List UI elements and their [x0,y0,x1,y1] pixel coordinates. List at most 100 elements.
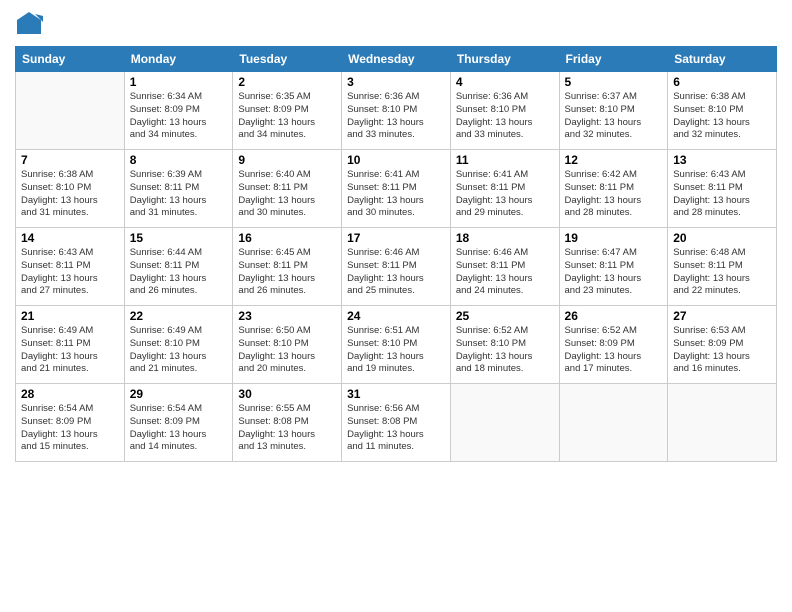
day-number: 12 [565,153,663,167]
day-number: 6 [673,75,771,89]
day-info: Sunrise: 6:46 AMSunset: 8:11 PMDaylight:… [456,247,554,298]
calendar-header-row: SundayMondayTuesdayWednesdayThursdayFrid… [16,47,777,72]
day-info: Sunrise: 6:55 AMSunset: 8:08 PMDaylight:… [238,403,336,454]
day-number: 20 [673,231,771,245]
day-number: 15 [130,231,228,245]
calendar-cell: 8 Sunrise: 6:39 AMSunset: 8:11 PMDaylight… [124,150,233,228]
calendar-cell [450,384,559,462]
calendar-cell: 25 Sunrise: 6:52 AMSunset: 8:10 PMDayligh… [450,306,559,384]
day-info: Sunrise: 6:44 AMSunset: 8:11 PMDaylight:… [130,247,228,298]
day-number: 27 [673,309,771,323]
calendar-cell: 27 Sunrise: 6:53 AMSunset: 8:09 PMDayligh… [668,306,777,384]
calendar-cell: 20 Sunrise: 6:48 AMSunset: 8:11 PMDayligh… [668,228,777,306]
calendar-cell: 15 Sunrise: 6:44 AMSunset: 8:11 PMDayligh… [124,228,233,306]
day-info: Sunrise: 6:48 AMSunset: 8:11 PMDaylight:… [673,247,771,298]
calendar-header-friday: Friday [559,47,668,72]
calendar-cell: 28 Sunrise: 6:54 AMSunset: 8:09 PMDayligh… [16,384,125,462]
calendar-header-thursday: Thursday [450,47,559,72]
calendar-header-tuesday: Tuesday [233,47,342,72]
day-number: 30 [238,387,336,401]
calendar-cell: 30 Sunrise: 6:55 AMSunset: 8:08 PMDayligh… [233,384,342,462]
calendar-cell: 1 Sunrise: 6:34 AMSunset: 8:09 PMDaylight… [124,72,233,150]
day-info: Sunrise: 6:34 AMSunset: 8:09 PMDaylight:… [130,91,228,142]
day-number: 7 [21,153,119,167]
day-number: 3 [347,75,445,89]
day-info: Sunrise: 6:41 AMSunset: 8:11 PMDaylight:… [456,169,554,220]
calendar-cell: 2 Sunrise: 6:35 AMSunset: 8:09 PMDaylight… [233,72,342,150]
day-number: 11 [456,153,554,167]
day-info: Sunrise: 6:43 AMSunset: 8:11 PMDaylight:… [673,169,771,220]
day-info: Sunrise: 6:50 AMSunset: 8:10 PMDaylight:… [238,325,336,376]
calendar-header-sunday: Sunday [16,47,125,72]
day-info: Sunrise: 6:43 AMSunset: 8:11 PMDaylight:… [21,247,119,298]
calendar-header-monday: Monday [124,47,233,72]
logo-icon [15,10,43,38]
calendar-cell [559,384,668,462]
calendar-header-saturday: Saturday [668,47,777,72]
calendar-cell: 18 Sunrise: 6:46 AMSunset: 8:11 PMDayligh… [450,228,559,306]
day-info: Sunrise: 6:49 AMSunset: 8:11 PMDaylight:… [21,325,119,376]
day-info: Sunrise: 6:46 AMSunset: 8:11 PMDaylight:… [347,247,445,298]
header [15,10,777,38]
day-info: Sunrise: 6:53 AMSunset: 8:09 PMDaylight:… [673,325,771,376]
calendar-cell: 11 Sunrise: 6:41 AMSunset: 8:11 PMDayligh… [450,150,559,228]
day-info: Sunrise: 6:52 AMSunset: 8:09 PMDaylight:… [565,325,663,376]
day-info: Sunrise: 6:54 AMSunset: 8:09 PMDaylight:… [21,403,119,454]
day-info: Sunrise: 6:39 AMSunset: 8:11 PMDaylight:… [130,169,228,220]
day-number: 24 [347,309,445,323]
day-number: 26 [565,309,663,323]
calendar-cell: 21 Sunrise: 6:49 AMSunset: 8:11 PMDayligh… [16,306,125,384]
day-number: 16 [238,231,336,245]
day-info: Sunrise: 6:42 AMSunset: 8:11 PMDaylight:… [565,169,663,220]
day-number: 29 [130,387,228,401]
day-info: Sunrise: 6:38 AMSunset: 8:10 PMDaylight:… [21,169,119,220]
day-number: 17 [347,231,445,245]
calendar-cell: 14 Sunrise: 6:43 AMSunset: 8:11 PMDayligh… [16,228,125,306]
calendar-cell: 12 Sunrise: 6:42 AMSunset: 8:11 PMDayligh… [559,150,668,228]
day-info: Sunrise: 6:47 AMSunset: 8:11 PMDaylight:… [565,247,663,298]
day-number: 4 [456,75,554,89]
calendar-cell: 16 Sunrise: 6:45 AMSunset: 8:11 PMDayligh… [233,228,342,306]
calendar-week-1: 1 Sunrise: 6:34 AMSunset: 8:09 PMDaylight… [16,72,777,150]
calendar-cell: 13 Sunrise: 6:43 AMSunset: 8:11 PMDayligh… [668,150,777,228]
page: SundayMondayTuesdayWednesdayThursdayFrid… [0,0,792,612]
calendar-cell: 7 Sunrise: 6:38 AMSunset: 8:10 PMDaylight… [16,150,125,228]
day-number: 8 [130,153,228,167]
day-number: 31 [347,387,445,401]
day-info: Sunrise: 6:45 AMSunset: 8:11 PMDaylight:… [238,247,336,298]
day-number: 5 [565,75,663,89]
day-info: Sunrise: 6:35 AMSunset: 8:09 PMDaylight:… [238,91,336,142]
day-number: 23 [238,309,336,323]
day-number: 14 [21,231,119,245]
day-info: Sunrise: 6:54 AMSunset: 8:09 PMDaylight:… [130,403,228,454]
day-number: 28 [21,387,119,401]
calendar-cell: 29 Sunrise: 6:54 AMSunset: 8:09 PMDayligh… [124,384,233,462]
day-number: 22 [130,309,228,323]
calendar-week-5: 28 Sunrise: 6:54 AMSunset: 8:09 PMDayligh… [16,384,777,462]
day-number: 2 [238,75,336,89]
calendar-week-2: 7 Sunrise: 6:38 AMSunset: 8:10 PMDaylight… [16,150,777,228]
day-info: Sunrise: 6:41 AMSunset: 8:11 PMDaylight:… [347,169,445,220]
calendar-cell: 26 Sunrise: 6:52 AMSunset: 8:09 PMDayligh… [559,306,668,384]
day-number: 25 [456,309,554,323]
calendar-cell [668,384,777,462]
calendar-cell: 24Sunrise: 6:51 AMSunset: 8:10 PMDayligh… [342,306,451,384]
day-number: 13 [673,153,771,167]
logo [15,10,47,38]
day-number: 1 [130,75,228,89]
day-number: 9 [238,153,336,167]
day-number: 19 [565,231,663,245]
calendar-cell [16,72,125,150]
day-info: Sunrise: 6:37 AMSunset: 8:10 PMDaylight:… [565,91,663,142]
day-number: 18 [456,231,554,245]
calendar-cell: 17 Sunrise: 6:46 AMSunset: 8:11 PMDayligh… [342,228,451,306]
calendar-header-wednesday: Wednesday [342,47,451,72]
day-number: 21 [21,309,119,323]
day-info: Sunrise: 6:36 AMSunset: 8:10 PMDaylight:… [456,91,554,142]
calendar-cell: 6Sunrise: 6:38 AMSunset: 8:10 PMDaylight… [668,72,777,150]
calendar-cell: 3Sunrise: 6:36 AMSunset: 8:10 PMDaylight… [342,72,451,150]
calendar-cell: 5 Sunrise: 6:37 AMSunset: 8:10 PMDaylight… [559,72,668,150]
day-info: Sunrise: 6:52 AMSunset: 8:10 PMDaylight:… [456,325,554,376]
calendar-cell: 4 Sunrise: 6:36 AMSunset: 8:10 PMDaylight… [450,72,559,150]
calendar-cell: 9Sunrise: 6:40 AMSunset: 8:11 PMDaylight… [233,150,342,228]
